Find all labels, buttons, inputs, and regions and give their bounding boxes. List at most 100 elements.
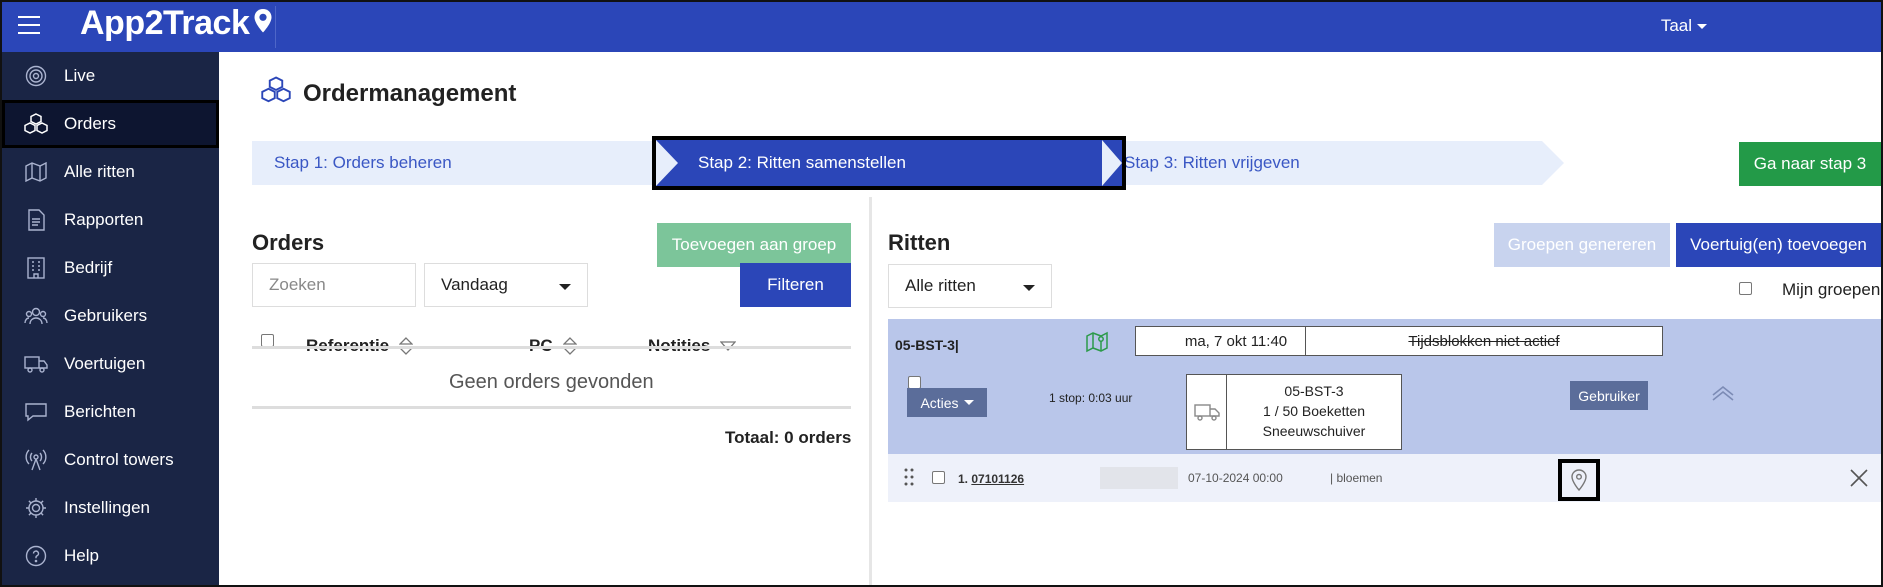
page-title: Ordermanagement <box>261 76 516 111</box>
live-signal-icon <box>22 65 50 87</box>
date-select[interactable]: Vandaag <box>424 263 588 307</box>
gear-icon <box>22 497 50 519</box>
sidebar-item-label: Bedrijf <box>64 258 113 277</box>
route-name[interactable]: 05-BST-3| <box>895 337 959 353</box>
vehicle-info: 05-BST-3 1 / 50 Boeketten Sneeuwschuiver <box>1227 381 1401 441</box>
sidebar-item-label: Control towers <box>64 450 174 469</box>
vehicle-card[interactable]: 05-BST-3 1 / 50 Boeketten Sneeuwschuiver <box>1186 374 1402 450</box>
main-content: Ordermanagement Stap 1: Orders beheren S… <box>219 52 1881 585</box>
location-pin-icon <box>1571 469 1587 491</box>
sidebar-item-label: Help <box>64 546 99 565</box>
language-label: Taal <box>1660 16 1692 35</box>
generate-groups-button[interactable]: Groepen genereren <box>1494 223 1670 267</box>
ritten-filter-value: Alle ritten <box>905 276 976 295</box>
drag-handle-icon[interactable] <box>904 468 914 486</box>
ritten-filter-select[interactable]: Alle ritten <box>888 264 1052 308</box>
route-header: 05-BST-3| ma, 7 okt 11:40 Tijdsblokken n… <box>888 319 1881 454</box>
ritten-title: Ritten <box>888 230 951 255</box>
sidebar-item-label: Live <box>64 66 96 85</box>
sidebar-item-rapporten[interactable]: Rapporten <box>2 196 219 244</box>
sidebar-item-label: Rapporten <box>64 210 144 229</box>
sidebar-item-label: Voertuigen <box>64 354 146 373</box>
user-button[interactable]: Gebruiker <box>1570 381 1648 410</box>
caret-down-icon <box>963 400 974 405</box>
step-3-label: Stap 3: Ritten vrijgeven <box>1124 153 1300 172</box>
sidebar-item-gebruikers[interactable]: Gebruikers <box>2 292 219 340</box>
sidebar-item-bedrijf[interactable]: Bedrijf <box>2 244 219 292</box>
step-1-label: Stap 1: Orders beheren <box>274 153 452 172</box>
empty-state-text: Geen orders gevonden <box>449 371 654 393</box>
my-groups-label: Mijn groepen <box>1782 280 1881 299</box>
search-input[interactable]: Zoeken <box>252 263 416 307</box>
orders-title: Orders <box>252 230 325 255</box>
step-2-arrow <box>1102 140 1122 186</box>
stop-row: 1. 07101126 07-10-2024 00:00 | bloemen <box>888 454 1881 502</box>
filter-button[interactable]: Filteren <box>740 263 851 307</box>
panel-divider <box>869 197 872 585</box>
step-3-arrow <box>1542 141 1564 185</box>
sidebar-item-control-towers[interactable]: Control towers <box>2 436 219 484</box>
actions-button[interactable]: Acties <box>907 388 987 417</box>
building-icon <box>22 257 50 279</box>
chevron-up-icon[interactable] <box>1711 385 1735 401</box>
sidebar-item-label: Gebruikers <box>64 306 148 325</box>
vehicle-capacity: 1 / 50 Boeketten <box>1263 403 1365 419</box>
vehicle-plate: 05-BST-3 <box>1284 383 1344 399</box>
chevron-down-icon <box>1023 285 1035 291</box>
step-1[interactable]: Stap 1: Orders beheren <box>252 141 672 185</box>
sidebar-item-instellingen[interactable]: Instellingen <box>2 484 219 532</box>
stop-checkbox[interactable] <box>932 471 945 484</box>
stops-summary: 1 stop: 0:03 uur <box>1049 391 1133 405</box>
menu-icon[interactable] <box>18 16 40 36</box>
step-2[interactable]: Stap 2: Ritten samenstellen <box>652 136 1126 190</box>
location-button[interactable] <box>1558 459 1600 501</box>
sidebar: Live Orders Alle ritten Rapporten Bedrij… <box>2 52 219 585</box>
close-icon[interactable] <box>1850 469 1868 487</box>
boxes-icon <box>22 113 50 135</box>
tower-icon <box>22 449 50 471</box>
step-wizard: Stap 1: Orders beheren Stap 3: Ritten vr… <box>252 136 1564 190</box>
sidebar-item-label: Instellingen <box>64 498 151 517</box>
add-vehicle-button[interactable]: Voertuig(en) toevoegen <box>1676 223 1881 267</box>
language-dropdown[interactable]: Taal <box>1661 16 1707 36</box>
sidebar-item-voertuigen[interactable]: Voertuigen <box>2 340 219 388</box>
step-2-label: Stap 2: Ritten samenstellen <box>698 153 906 172</box>
table-header-divider <box>252 346 851 349</box>
orders-total: Totaal: 0 orders <box>725 428 852 447</box>
brand-logo[interactable]: App2Track <box>80 4 273 43</box>
stop-index: 1. 07101126 <box>958 472 1025 486</box>
stop-datetime: 07-10-2024 00:00 <box>1188 471 1283 485</box>
top-bar: App2Track Taal <box>2 2 1881 52</box>
stop-note: | bloemen <box>1330 471 1383 485</box>
step-3[interactable]: Stap 3: Ritten vrijgeven <box>1082 141 1542 185</box>
page-title-text: Ordermanagement <box>303 79 517 107</box>
help-icon <box>22 545 50 567</box>
app-window: App2Track Taal Live Orders Alle ritten R… <box>0 0 1883 587</box>
route-card: 05-BST-3| ma, 7 okt 11:40 Tijdsblokken n… <box>888 319 1881 507</box>
table-footer-divider <box>252 406 851 409</box>
order-reference-link[interactable]: 07101126 <box>971 472 1024 486</box>
sidebar-item-orders[interactable]: Orders <box>2 100 219 148</box>
map-icon <box>22 161 50 183</box>
date-select-value: Vandaag <box>441 275 508 294</box>
users-icon <box>22 305 50 327</box>
my-groups-checkbox[interactable] <box>1739 282 1752 295</box>
add-to-group-button[interactable]: Toevoegen aan groep <box>657 223 851 267</box>
sidebar-item-alle-ritten[interactable]: Alle ritten <box>2 148 219 196</box>
step-2-notch <box>656 140 678 186</box>
brand-name: App2Track <box>80 4 250 42</box>
location-pin-icon <box>254 8 272 32</box>
sidebar-item-berichten[interactable]: Berichten <box>2 388 219 436</box>
map-icon[interactable] <box>1086 331 1108 353</box>
chat-icon <box>22 401 50 423</box>
sidebar-item-help[interactable]: Help <box>2 532 219 580</box>
sidebar-item-label: Berichten <box>64 402 136 421</box>
caret-down-icon <box>1697 24 1707 30</box>
goto-step-3-button[interactable]: Ga naar stap 3 <box>1739 142 1881 186</box>
boxes-icon <box>261 76 291 111</box>
chevron-down-icon <box>559 284 571 290</box>
vehicle-name: Sneeuwschuiver <box>1262 423 1366 439</box>
sidebar-item-live[interactable]: Live <box>2 52 219 100</box>
timeblocks-field[interactable]: Tijdsblokken niet actief <box>1305 326 1663 356</box>
document-icon <box>22 209 50 231</box>
